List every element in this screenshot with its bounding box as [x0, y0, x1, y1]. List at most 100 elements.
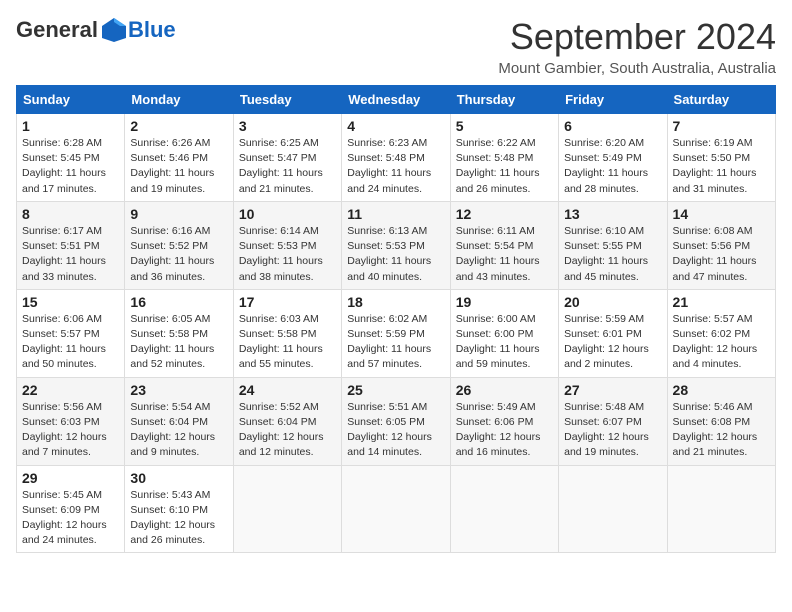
day-number: 21	[673, 294, 770, 310]
day-info: Sunrise: 6:13 AMSunset: 5:53 PMDaylight:…	[347, 224, 444, 285]
day-number: 27	[564, 382, 661, 398]
day-info: Sunrise: 6:10 AMSunset: 5:55 PMDaylight:…	[564, 224, 661, 285]
day-info: Sunrise: 5:57 AMSunset: 6:02 PMDaylight:…	[673, 312, 770, 373]
calendar-cell: 3 Sunrise: 6:25 AMSunset: 5:47 PMDaylight…	[233, 114, 341, 202]
calendar-cell: 12 Sunrise: 6:11 AMSunset: 5:54 PMDayligh…	[450, 201, 558, 289]
day-info: Sunrise: 5:45 AMSunset: 6:09 PMDaylight:…	[22, 488, 119, 549]
title-section: September 2024 Mount Gambier, South Aust…	[498, 16, 776, 77]
calendar-cell: 8 Sunrise: 6:17 AMSunset: 5:51 PMDaylight…	[17, 201, 125, 289]
calendar-cell: 17 Sunrise: 6:03 AMSunset: 5:58 PMDayligh…	[233, 289, 341, 377]
day-info: Sunrise: 5:43 AMSunset: 6:10 PMDaylight:…	[130, 488, 227, 549]
day-info: Sunrise: 5:54 AMSunset: 6:04 PMDaylight:…	[130, 400, 227, 461]
weekday-header-saturday: Saturday	[667, 86, 775, 114]
day-number: 16	[130, 294, 227, 310]
day-number: 28	[673, 382, 770, 398]
day-number: 15	[22, 294, 119, 310]
calendar-cell: 7Sunrise: 6:19 AMSunset: 5:50 PMDaylight…	[667, 114, 775, 202]
day-number: 29	[22, 470, 119, 486]
calendar-cell	[233, 465, 341, 553]
day-number: 22	[22, 382, 119, 398]
weekday-header-tuesday: Tuesday	[233, 86, 341, 114]
day-info: Sunrise: 5:52 AMSunset: 6:04 PMDaylight:…	[239, 400, 336, 461]
calendar-week-3: 15 Sunrise: 6:06 AMSunset: 5:57 PMDayligh…	[17, 289, 776, 377]
calendar-cell: 16 Sunrise: 6:05 AMSunset: 5:58 PMDayligh…	[125, 289, 233, 377]
logo-general-text: General	[16, 17, 98, 43]
calendar-body: 1 Sunrise: 6:28 AMSunset: 5:45 PMDaylight…	[17, 114, 776, 553]
weekday-header-row: SundayMondayTuesdayWednesdayThursdayFrid…	[17, 86, 776, 114]
day-number: 24	[239, 382, 336, 398]
weekday-header-sunday: Sunday	[17, 86, 125, 114]
calendar-cell: 20 Sunrise: 5:59 AMSunset: 6:01 PMDayligh…	[559, 289, 667, 377]
day-number: 14	[673, 206, 770, 222]
weekday-header-monday: Monday	[125, 86, 233, 114]
weekday-header-wednesday: Wednesday	[342, 86, 450, 114]
weekday-header-friday: Friday	[559, 86, 667, 114]
calendar-cell: 6 Sunrise: 6:20 AMSunset: 5:49 PMDaylight…	[559, 114, 667, 202]
day-number: 10	[239, 206, 336, 222]
day-info: Sunrise: 6:11 AMSunset: 5:54 PMDaylight:…	[456, 224, 553, 285]
day-number: 2	[130, 118, 227, 134]
calendar-cell: 28 Sunrise: 5:46 AMSunset: 6:08 PMDayligh…	[667, 377, 775, 465]
calendar-cell	[559, 465, 667, 553]
day-number: 17	[239, 294, 336, 310]
calendar-cell: 10 Sunrise: 6:14 AMSunset: 5:53 PMDayligh…	[233, 201, 341, 289]
day-number: 30	[130, 470, 227, 486]
day-info: Sunrise: 6:05 AMSunset: 5:58 PMDaylight:…	[130, 312, 227, 373]
calendar-cell	[342, 465, 450, 553]
day-info: Sunrise: 6:03 AMSunset: 5:58 PMDaylight:…	[239, 312, 336, 373]
logo-blue-text: Blue	[128, 17, 176, 43]
day-info: Sunrise: 6:14 AMSunset: 5:53 PMDaylight:…	[239, 224, 336, 285]
day-number: 9	[130, 206, 227, 222]
day-info: Sunrise: 6:17 AMSunset: 5:51 PMDaylight:…	[22, 224, 119, 285]
calendar-cell: 11Sunrise: 6:13 AMSunset: 5:53 PMDayligh…	[342, 201, 450, 289]
day-number: 20	[564, 294, 661, 310]
calendar-week-5: 29 Sunrise: 5:45 AMSunset: 6:09 PMDayligh…	[17, 465, 776, 553]
calendar-cell: 21 Sunrise: 5:57 AMSunset: 6:02 PMDayligh…	[667, 289, 775, 377]
day-number: 23	[130, 382, 227, 398]
calendar-cell: 22 Sunrise: 5:56 AMSunset: 6:03 PMDayligh…	[17, 377, 125, 465]
day-info: Sunrise: 5:56 AMSunset: 6:03 PMDaylight:…	[22, 400, 119, 461]
day-info: Sunrise: 6:06 AMSunset: 5:57 PMDaylight:…	[22, 312, 119, 373]
calendar-cell: 2Sunrise: 6:26 AMSunset: 5:46 PMDaylight…	[125, 114, 233, 202]
calendar-cell: 27 Sunrise: 5:48 AMSunset: 6:07 PMDayligh…	[559, 377, 667, 465]
calendar-cell: 26Sunrise: 5:49 AMSunset: 6:06 PMDayligh…	[450, 377, 558, 465]
calendar-cell: 30 Sunrise: 5:43 AMSunset: 6:10 PMDayligh…	[125, 465, 233, 553]
logo-icon	[100, 16, 128, 44]
calendar-header: SundayMondayTuesdayWednesdayThursdayFrid…	[17, 86, 776, 114]
day-number: 25	[347, 382, 444, 398]
calendar-week-2: 8 Sunrise: 6:17 AMSunset: 5:51 PMDaylight…	[17, 201, 776, 289]
day-info: Sunrise: 6:16 AMSunset: 5:52 PMDaylight:…	[130, 224, 227, 285]
calendar-cell: 14Sunrise: 6:08 AMSunset: 5:56 PMDayligh…	[667, 201, 775, 289]
day-number: 13	[564, 206, 661, 222]
location-text: Mount Gambier, South Australia, Australi…	[498, 60, 776, 77]
day-number: 5	[456, 118, 553, 134]
page-header: General Blue September 2024 Mount Gambie…	[16, 16, 776, 77]
calendar-cell: 18Sunrise: 6:02 AMSunset: 5:59 PMDayligh…	[342, 289, 450, 377]
day-info: Sunrise: 6:28 AMSunset: 5:45 PMDaylight:…	[22, 136, 119, 197]
calendar-week-1: 1 Sunrise: 6:28 AMSunset: 5:45 PMDaylight…	[17, 114, 776, 202]
day-info: Sunrise: 5:46 AMSunset: 6:08 PMDaylight:…	[673, 400, 770, 461]
day-info: Sunrise: 5:48 AMSunset: 6:07 PMDaylight:…	[564, 400, 661, 461]
day-info: Sunrise: 6:00 AMSunset: 6:00 PMDaylight:…	[456, 312, 553, 373]
day-number: 6	[564, 118, 661, 134]
day-info: Sunrise: 6:22 AMSunset: 5:48 PMDaylight:…	[456, 136, 553, 197]
calendar-cell	[450, 465, 558, 553]
logo: General Blue	[16, 16, 176, 44]
day-number: 3	[239, 118, 336, 134]
day-info: Sunrise: 5:59 AMSunset: 6:01 PMDaylight:…	[564, 312, 661, 373]
day-info: Sunrise: 6:25 AMSunset: 5:47 PMDaylight:…	[239, 136, 336, 197]
day-info: Sunrise: 6:19 AMSunset: 5:50 PMDaylight:…	[673, 136, 770, 197]
calendar-cell: 25Sunrise: 5:51 AMSunset: 6:05 PMDayligh…	[342, 377, 450, 465]
day-number: 26	[456, 382, 553, 398]
calendar-cell: 19Sunrise: 6:00 AMSunset: 6:00 PMDayligh…	[450, 289, 558, 377]
calendar-cell: 4Sunrise: 6:23 AMSunset: 5:48 PMDaylight…	[342, 114, 450, 202]
day-number: 12	[456, 206, 553, 222]
calendar-cell: 29 Sunrise: 5:45 AMSunset: 6:09 PMDayligh…	[17, 465, 125, 553]
day-info: Sunrise: 6:20 AMSunset: 5:49 PMDaylight:…	[564, 136, 661, 197]
calendar-cell: 9 Sunrise: 6:16 AMSunset: 5:52 PMDaylight…	[125, 201, 233, 289]
day-number: 1	[22, 118, 119, 134]
month-title: September 2024	[498, 16, 776, 58]
weekday-header-thursday: Thursday	[450, 86, 558, 114]
day-number: 8	[22, 206, 119, 222]
calendar-cell	[667, 465, 775, 553]
